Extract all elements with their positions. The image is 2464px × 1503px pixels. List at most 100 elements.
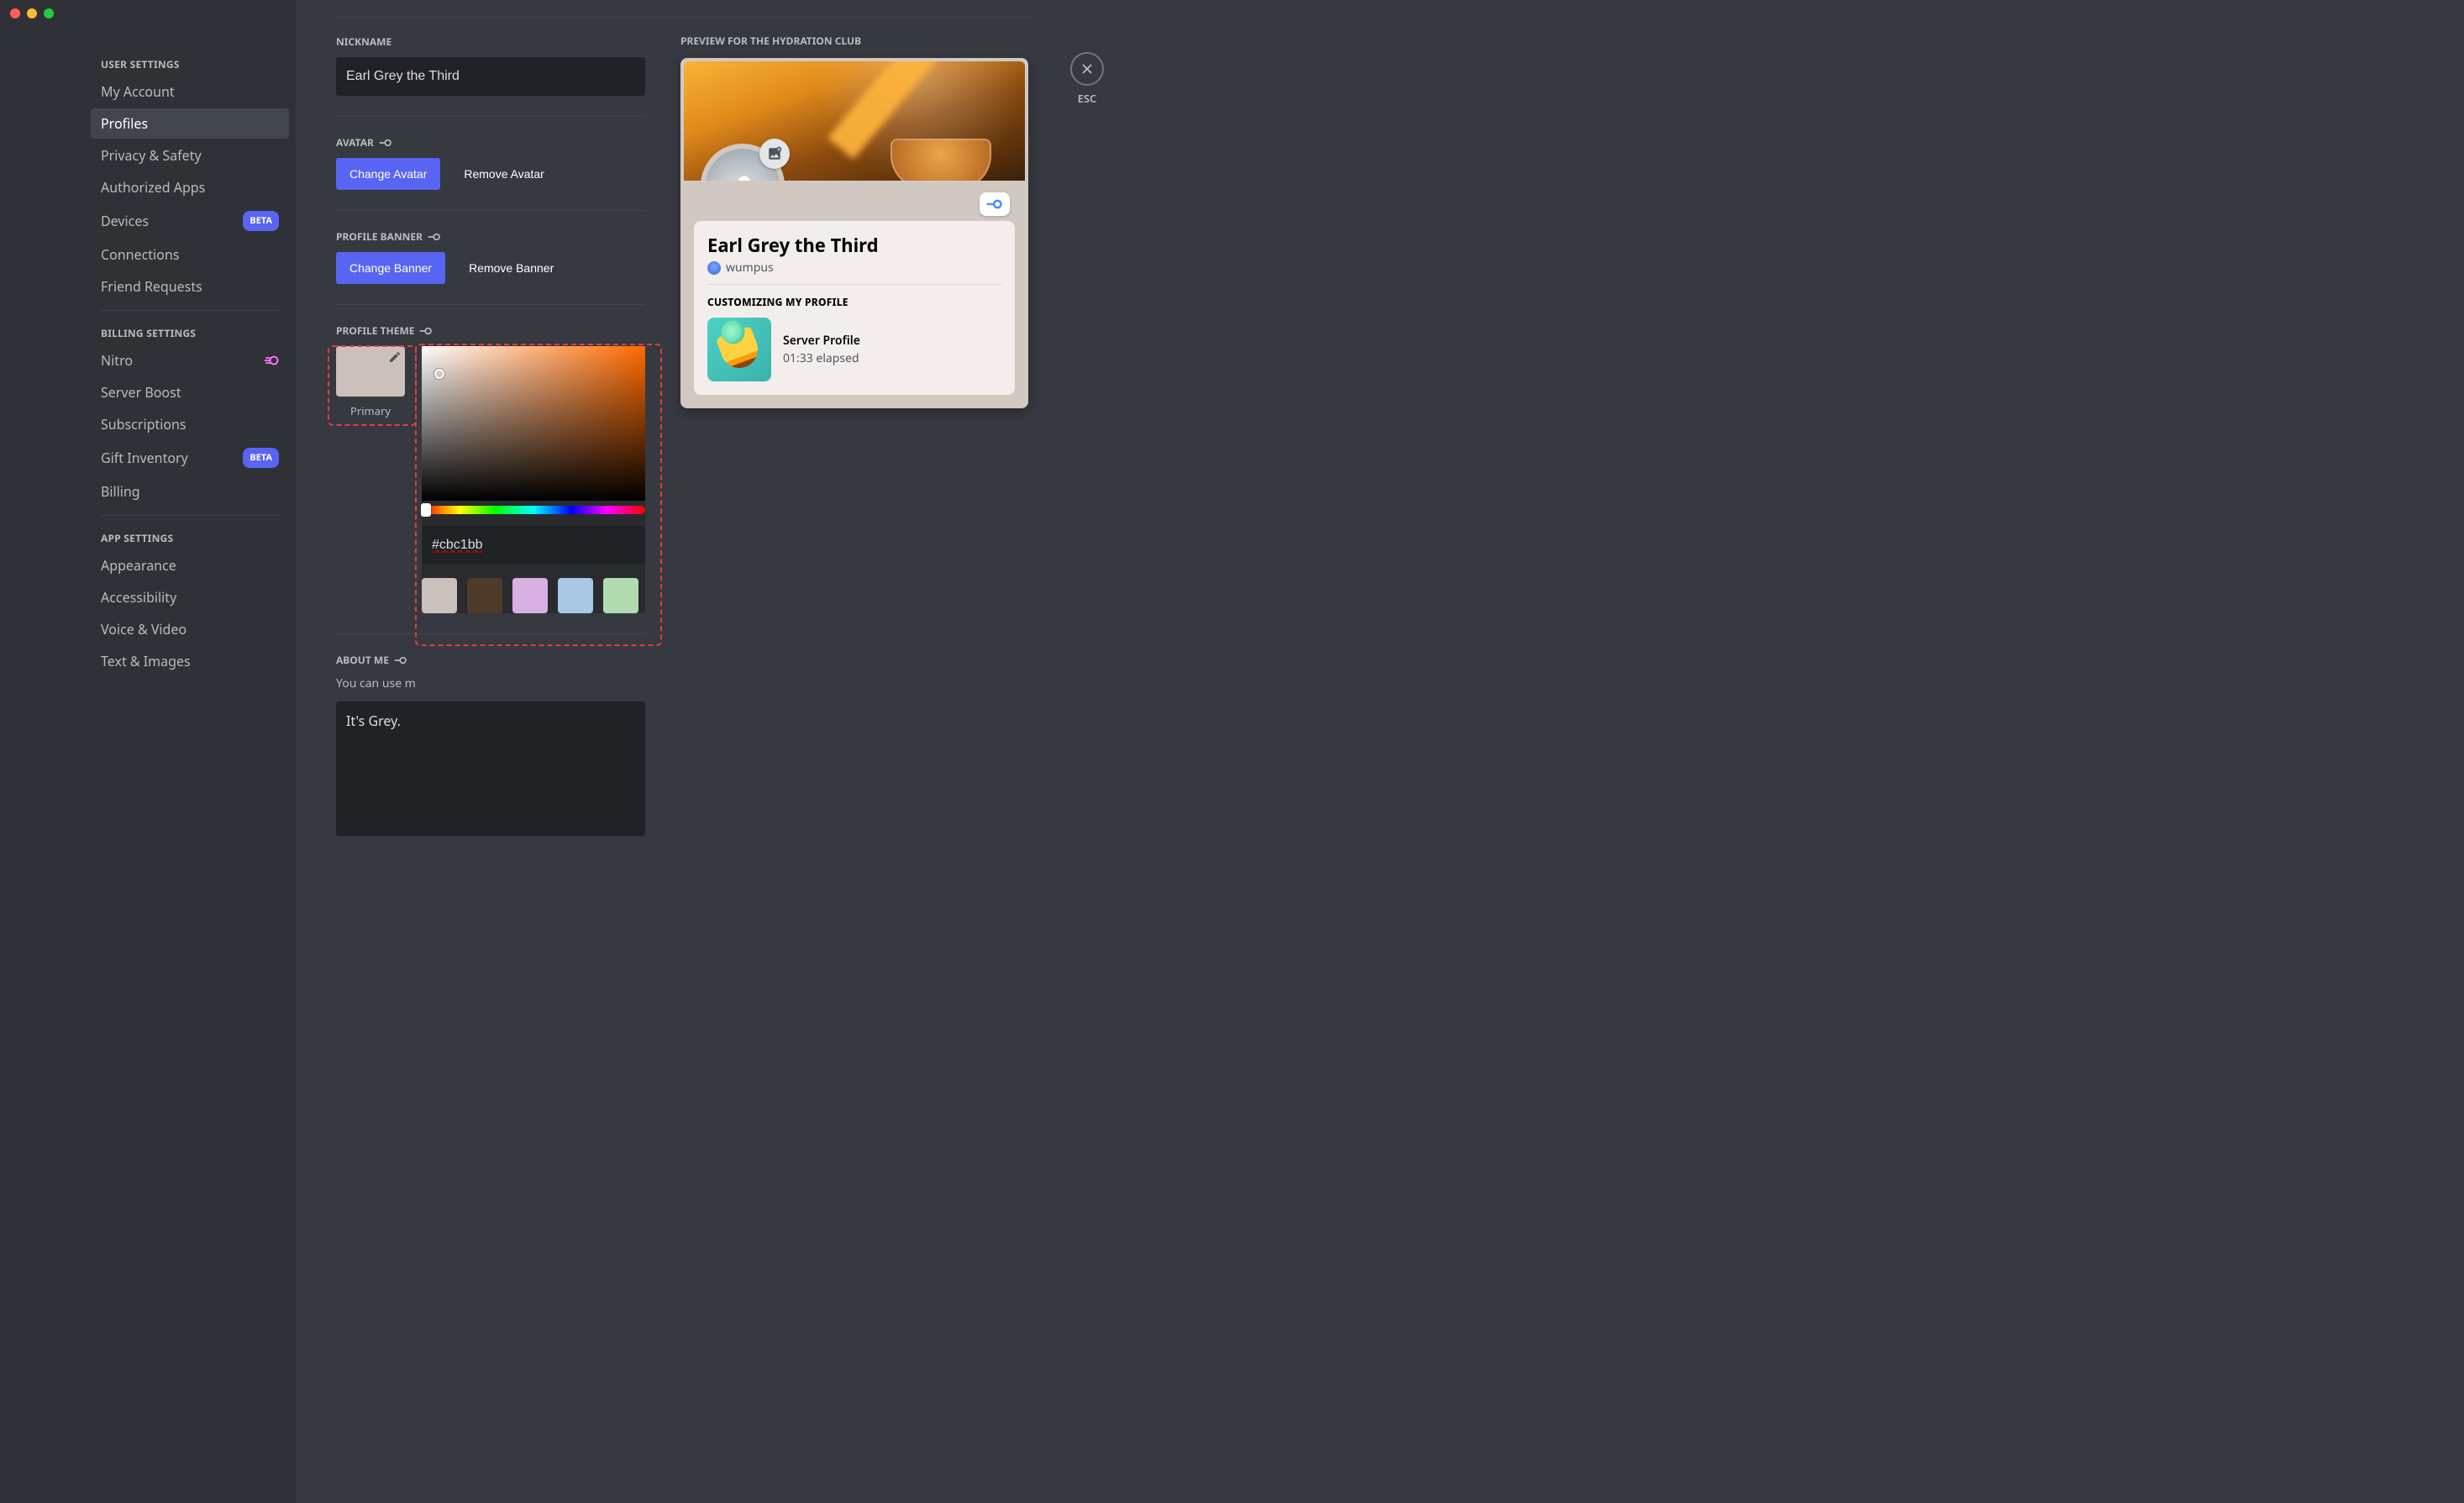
change-avatar-button[interactable]: Change Avatar [336, 158, 440, 190]
activity-icon [707, 318, 771, 381]
hue-cursor[interactable] [421, 503, 431, 517]
sidebar-item-server-boost[interactable]: Server Boost [91, 377, 289, 407]
preset-swatch[interactable] [422, 578, 457, 613]
hex-input[interactable] [422, 526, 645, 565]
divider [336, 17, 1030, 18]
esc-label: ESC [1078, 91, 1097, 106]
saturation-value-area[interactable] [422, 346, 645, 501]
sidebar-item-billing[interactable]: Billing [91, 476, 289, 507]
about-me-section: ABOUT ME You can use m It's Grey. [336, 653, 645, 856]
nitro-icon [394, 655, 407, 665]
preset-swatch[interactable] [558, 578, 593, 613]
theme-label: PROFILE THEME [336, 323, 645, 338]
sidebar-item-devices[interactable]: Devices BETA [91, 204, 289, 238]
sidebar-item-gift-inventory[interactable]: Gift Inventory BETA [91, 441, 289, 475]
preview-region: PREVIEW FOR THE HYDRATION CLUB [680, 34, 1075, 408]
preview-banner [684, 61, 1025, 181]
banner-label-text: PROFILE BANNER [336, 229, 423, 244]
pencil-eraser-icon [716, 326, 763, 373]
nitro-icon [428, 232, 441, 242]
sidebar-item-label: Accessibility [101, 589, 176, 606]
primary-theme-label: Primary [350, 403, 391, 418]
activity-line2: 01:33 elapsed [783, 350, 860, 366]
sidebar-item-label: Connections [101, 246, 179, 263]
sidebar-item-label: Profiles [101, 115, 148, 132]
banner-label: PROFILE BANNER [336, 229, 645, 244]
color-picker-popover [422, 346, 645, 613]
preview-display-name: Earl Grey the Third [707, 233, 1001, 258]
sidebar-item-label: Friend Requests [101, 278, 202, 295]
nickname-section: NICKNAME [336, 34, 645, 116]
theme-label-text: PROFILE THEME [336, 323, 414, 338]
sidebar-item-label: Gift Inventory [101, 449, 188, 466]
window-traffic-lights[interactable] [10, 8, 54, 18]
primary-theme-swatch[interactable] [336, 346, 405, 397]
preview-avatar-wrap [701, 144, 785, 181]
close-esc-group: ESC [1070, 52, 1104, 106]
sidebar-item-profiles[interactable]: Profiles [91, 108, 289, 139]
profile-preview-card: Earl Grey the Third wumpus CUSTOMIZING M… [680, 58, 1028, 408]
upload-image-button[interactable] [759, 139, 790, 169]
sidebar-item-friend-requests[interactable]: Friend Requests [91, 271, 289, 302]
hue-slider[interactable] [422, 506, 645, 514]
preset-swatch[interactable] [512, 578, 548, 613]
sidebar-item-connections[interactable]: Connections [91, 239, 289, 270]
beta-badge: BETA [243, 448, 279, 468]
window-minimize-dot[interactable] [27, 8, 37, 18]
about-me-textarea[interactable]: It's Grey. [336, 702, 645, 836]
customizing-label: CUSTOMIZING MY PROFILE [707, 295, 1001, 309]
edit-icon [388, 349, 402, 368]
nitro-badge-chip [980, 192, 1010, 216]
sv-cursor[interactable] [434, 369, 444, 379]
sidebar-item-text-images[interactable]: Text & Images [91, 646, 289, 676]
sidebar-header-app-settings: APP SETTINGS [91, 524, 289, 549]
sidebar-item-label: Nitro [101, 352, 133, 369]
avatar-label: AVATAR [336, 135, 645, 150]
sidebar-item-appearance[interactable]: Appearance [91, 550, 289, 581]
divider [336, 633, 645, 634]
window-zoom-dot[interactable] [44, 8, 54, 18]
sidebar-item-label: Text & Images [101, 653, 191, 670]
preset-swatch[interactable] [603, 578, 638, 613]
avatar-label-text: AVATAR [336, 135, 374, 150]
sidebar-item-accessibility[interactable]: Accessibility [91, 582, 289, 612]
preset-swatch[interactable] [467, 578, 502, 613]
divider [336, 116, 645, 117]
close-button[interactable] [1070, 52, 1104, 86]
sidebar-separator [101, 515, 279, 516]
sidebar-item-my-account[interactable]: My Account [91, 76, 289, 107]
sidebar-item-label: Authorized Apps [101, 179, 205, 196]
sidebar-header-user-settings: USER SETTINGS [91, 50, 289, 75]
window-close-dot[interactable] [10, 8, 20, 18]
sidebar-item-label: My Account [101, 83, 175, 100]
settings-sidebar: USER SETTINGS My Account Profiles Privac… [0, 0, 296, 1503]
beta-badge: BETA [243, 211, 279, 231]
nickname-input[interactable] [336, 57, 645, 96]
sidebar-item-label: Server Boost [101, 384, 181, 401]
avatar-section: AVATAR Change Avatar Remove Avatar [336, 135, 645, 210]
about-me-value: It's Grey. [346, 712, 401, 730]
sidebar-item-authorized-apps[interactable]: Authorized Apps [91, 172, 289, 202]
change-banner-button[interactable]: Change Banner [336, 252, 445, 284]
settings-content: NICKNAME AVATAR Change Avatar Remove Ava… [296, 0, 2464, 1503]
nitro-icon [419, 326, 433, 336]
sidebar-separator [101, 310, 279, 311]
nitro-icon [264, 355, 279, 366]
nickname-label: NICKNAME [336, 34, 645, 49]
sidebar-item-label: Appearance [101, 557, 176, 574]
divider [336, 304, 645, 305]
sidebar-item-label: Voice & Video [101, 621, 187, 638]
about-me-label-text: ABOUT ME [336, 653, 389, 667]
sidebar-item-subscriptions[interactable]: Subscriptions [91, 409, 289, 439]
sidebar-item-label: Billing [101, 483, 140, 500]
preview-username-row: wumpus [707, 260, 1001, 276]
banner-art [891, 139, 991, 181]
divider [336, 210, 645, 211]
sidebar-header-billing-settings: BILLING SETTINGS [91, 319, 289, 344]
sidebar-item-privacy-safety[interactable]: Privacy & Safety [91, 140, 289, 171]
sidebar-item-nitro[interactable]: Nitro [91, 345, 289, 376]
sidebar-item-label: Devices [101, 213, 149, 229]
sidebar-item-voice-video[interactable]: Voice & Video [91, 614, 289, 644]
remove-avatar-button[interactable]: Remove Avatar [450, 158, 557, 190]
remove-banner-button[interactable]: Remove Banner [455, 252, 567, 284]
